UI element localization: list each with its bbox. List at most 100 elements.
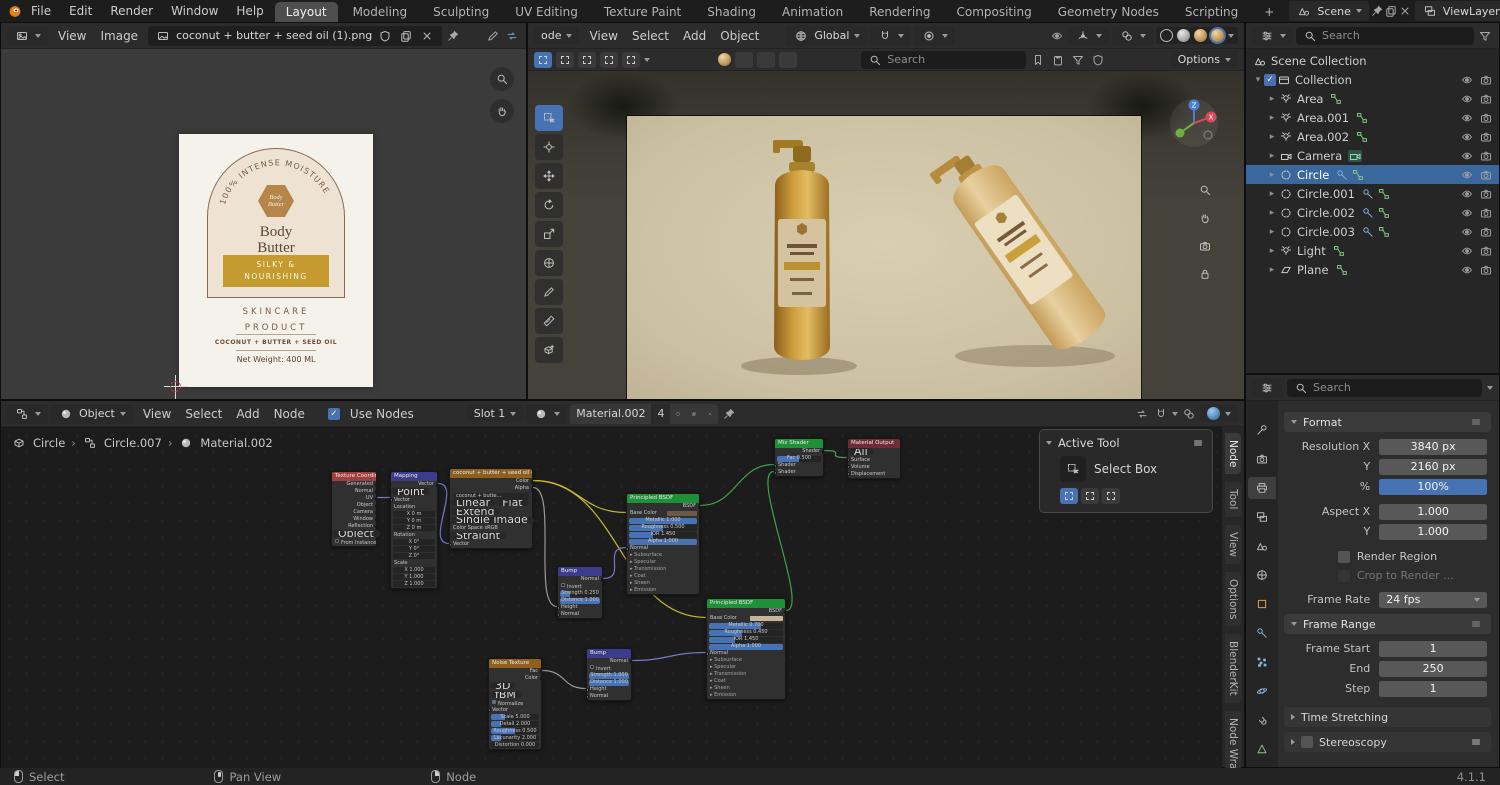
shader-menu-node[interactable]: Node: [267, 405, 312, 423]
side-tab-blenderkit[interactable]: BlenderKit: [1225, 634, 1241, 703]
camera-icon[interactable]: [1476, 131, 1495, 143]
duplicate-material-icon[interactable]: [686, 404, 702, 424]
node-row[interactable]: Alpha 1.000: [627, 538, 699, 545]
lock-view-icon[interactable]: [1194, 263, 1216, 285]
slot-dropdown[interactable]: Slot 1: [467, 405, 524, 422]
properties-display-mode[interactable]: [1252, 378, 1282, 398]
properties-tab-world[interactable]: [1248, 564, 1276, 586]
panel-format[interactable]: Format: [1284, 412, 1491, 432]
panel-frame-range[interactable]: Frame Range: [1284, 614, 1491, 634]
overlays-dropdown[interactable]: [1112, 26, 1153, 46]
node-row[interactable]: All: [848, 448, 874, 455]
zoom-icon[interactable]: [1194, 179, 1216, 201]
socket-out[interactable]: [375, 511, 377, 515]
node-texcoord[interactable]: Texture CoordinateGeneratedNormalUVObjec…: [331, 471, 377, 547]
editor-type-node[interactable]: [7, 404, 48, 424]
disclosure-icon[interactable]: ▸: [1266, 227, 1278, 237]
node-row[interactable]: Lacunarity 2.000: [489, 735, 541, 742]
fake-user-icon[interactable]: [377, 28, 393, 44]
node-row[interactable]: IOR 1.450: [627, 531, 699, 538]
socket-out[interactable]: [375, 518, 377, 522]
tool-option-icon[interactable]: [735, 52, 753, 68]
mode-new-icon[interactable]: [1060, 488, 1078, 504]
shader-menu-add[interactable]: Add: [229, 405, 266, 423]
disclosure-icon[interactable]: ▸: [1266, 265, 1278, 275]
duplicate-image-icon[interactable]: [398, 28, 414, 44]
new-scene-icon[interactable]: [1385, 3, 1397, 19]
socket-in[interactable]: [558, 606, 560, 610]
outliner-item-scene-collection[interactable]: Scene Collection: [1246, 51, 1499, 70]
tool-add-cube[interactable]: [535, 337, 563, 363]
node-row[interactable]: coconut + butte...: [450, 492, 532, 499]
tool-option-icon[interactable]: [779, 52, 797, 68]
node-mapping[interactable]: MappingVectorPointVectorLocationX 0 mY 0…: [390, 471, 438, 589]
viewlayer-selector[interactable]: ViewLayer: [1415, 1, 1500, 21]
options-dropdown[interactable]: Options: [1171, 51, 1238, 68]
socket-out[interactable]: [531, 480, 533, 484]
sync-icon[interactable]: [504, 28, 520, 44]
unlink-image-icon[interactable]: [419, 28, 435, 44]
disclosure-icon[interactable]: ▸: [1266, 189, 1278, 199]
aspect-y-input[interactable]: 1.000: [1379, 524, 1487, 540]
properties-tab-tool[interactable]: [1248, 419, 1276, 441]
node-row[interactable]: Point: [391, 488, 430, 495]
grip-icon[interactable]: [1468, 414, 1484, 430]
outliner-item-camera[interactable]: ▸Camera: [1246, 146, 1499, 165]
pin-icon[interactable]: [445, 28, 461, 44]
node-row[interactable]: Strength 0.250: [558, 590, 602, 597]
workspace-tab-uv-editing[interactable]: UV Editing: [504, 2, 589, 22]
eye-icon[interactable]: [1457, 169, 1476, 181]
tool-select-box[interactable]: [535, 105, 563, 131]
properties-tab-data[interactable]: [1248, 738, 1276, 760]
eye-icon[interactable]: [1457, 74, 1476, 86]
shading-wireframe-icon[interactable]: [1160, 29, 1173, 42]
node-row[interactable]: Roughness 0.450: [707, 629, 785, 636]
socket-in[interactable]: [558, 613, 560, 617]
workspace-tab-[interactable]: +: [1253, 2, 1285, 22]
mode-extend-icon[interactable]: [1081, 488, 1099, 504]
shader-type-dropdown[interactable]: Object: [51, 404, 133, 424]
viewport-canvas[interactable]: Z X: [528, 71, 1244, 399]
crop-to-render-checkbox[interactable]: [1338, 570, 1350, 582]
disclosure-icon[interactable]: ▸: [1266, 94, 1278, 104]
camera-icon[interactable]: [1476, 93, 1495, 105]
eye-icon[interactable]: [1457, 93, 1476, 105]
outliner-item-area[interactable]: ▸Area: [1246, 89, 1499, 108]
camera-icon[interactable]: [1476, 245, 1495, 257]
properties-tab-viewlayer[interactable]: [1248, 506, 1276, 528]
node-row[interactable]: Roughness 0.500: [627, 524, 699, 531]
node-row[interactable]: Fac 0.500: [775, 455, 823, 462]
socket-out[interactable]: [822, 450, 824, 454]
workspace-tab-animation[interactable]: Animation: [771, 2, 854, 22]
properties-tab-scene[interactable]: [1248, 535, 1276, 557]
shader-menu-view[interactable]: View: [136, 405, 178, 423]
node-row[interactable]: Y 1.000: [391, 574, 437, 581]
gizmos-dropdown[interactable]: [1068, 26, 1109, 46]
socket-in[interactable]: [627, 547, 629, 551]
tool-measure[interactable]: [535, 308, 563, 334]
node-bsdf2[interactable]: Principled BSDFBSDFBase ColorMetallic 0.…: [706, 598, 786, 700]
eye-icon[interactable]: [1457, 188, 1476, 200]
node-bump2[interactable]: BumpNormalInvertStrength 1.000Distance 1…: [586, 648, 632, 701]
active-tool-header[interactable]: Active Tool: [1046, 434, 1206, 452]
select-mode-subtract-icon[interactable]: [578, 52, 596, 68]
snap-icon[interactable]: [1153, 406, 1169, 422]
workspace-tab-sculpting[interactable]: Sculpting: [422, 2, 500, 22]
eye-icon[interactable]: [1457, 264, 1476, 276]
use-nodes-checkbox[interactable]: ✓: [328, 408, 340, 420]
properties-tab-particles[interactable]: [1248, 651, 1276, 673]
editor-type-image[interactable]: [7, 26, 48, 46]
socket-in[interactable]: [707, 652, 709, 656]
node-bsdf1[interactable]: Principled BSDFBSDFBase ColorMetallic 1.…: [626, 493, 700, 595]
breadcrumb-object[interactable]: Circle: [33, 436, 65, 450]
camera-icon[interactable]: [1476, 169, 1495, 181]
properties-tab-object[interactable]: [1248, 593, 1276, 615]
shield-icon[interactable]: [1090, 52, 1106, 68]
socket-in[interactable]: [587, 695, 589, 699]
node-imgtex[interactable]: coconut + butter + seed oil (1).pngColor…: [449, 468, 533, 549]
outliner-display-mode[interactable]: [1252, 26, 1293, 46]
workspace-tab-geometry-nodes[interactable]: Geometry Nodes: [1047, 2, 1170, 22]
resolution-x-input[interactable]: 3840 px: [1379, 439, 1487, 455]
socket-out[interactable]: [698, 505, 700, 509]
outliner-item-light[interactable]: ▸Light: [1246, 241, 1499, 260]
